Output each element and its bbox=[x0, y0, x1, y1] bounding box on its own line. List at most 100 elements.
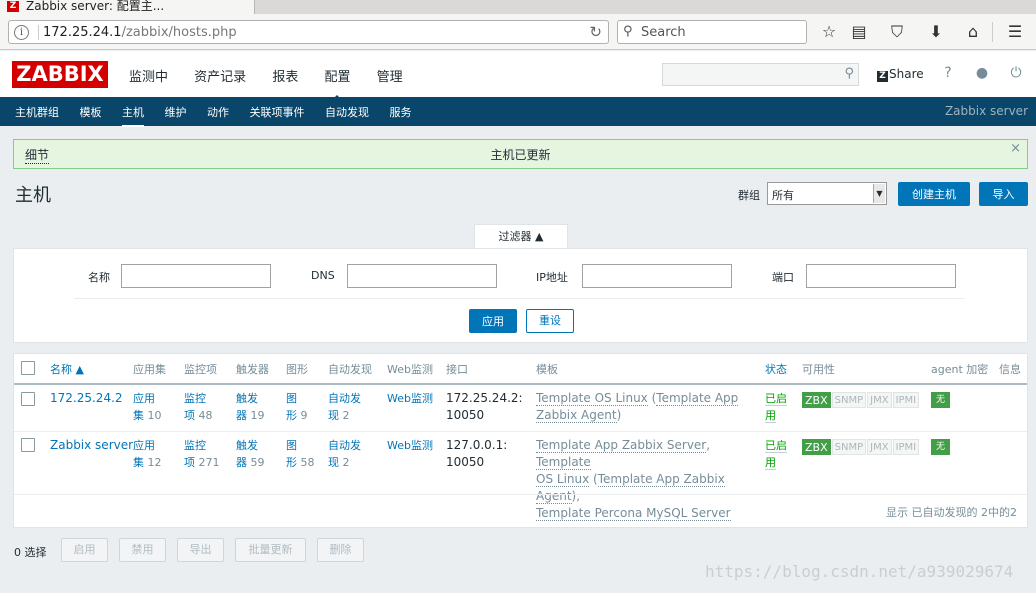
subnav-discovery[interactable]: 自动发现 bbox=[325, 104, 369, 125]
apps-label-2[interactable]: 集 bbox=[133, 456, 144, 469]
user-profile-icon[interactable]: ● bbox=[973, 65, 991, 81]
address-url[interactable]: 172.25.24.1/zabbix/hosts.php bbox=[43, 25, 237, 40]
disc-label-2[interactable]: 现 bbox=[328, 409, 339, 422]
subnav-host-groups[interactable]: 主机群组 bbox=[15, 104, 59, 125]
select-all-checkbox[interactable] bbox=[21, 361, 35, 375]
filter-reset-button[interactable]: 重设 bbox=[526, 309, 574, 333]
row-checkbox[interactable] bbox=[21, 438, 35, 452]
web-link[interactable]: Web监测 bbox=[387, 390, 433, 407]
group-select[interactable]: 所有 ▼ bbox=[767, 182, 887, 205]
pocket-icon[interactable]: ⛉ bbox=[886, 22, 908, 42]
applications-link[interactable]: 应用集 12 bbox=[133, 437, 162, 471]
import-button[interactable]: 导入 bbox=[979, 182, 1028, 206]
reading-list-icon[interactable]: ▤ bbox=[848, 22, 870, 42]
status-label-2[interactable]: 用 bbox=[765, 456, 776, 470]
header-status[interactable]: 状态 bbox=[765, 361, 787, 377]
subnav-maintenance[interactable]: 维护 bbox=[165, 104, 187, 125]
host-name[interactable]: 172.25.24.2 bbox=[50, 391, 123, 405]
triggers-label-2[interactable]: 器 bbox=[236, 409, 247, 422]
bookmark-star-icon[interactable]: ☆ bbox=[818, 22, 840, 42]
mass-update-button[interactable]: 批量更新 bbox=[235, 538, 306, 562]
disable-button[interactable]: 禁用 bbox=[119, 538, 166, 562]
menu-configuration[interactable]: 配置 bbox=[324, 70, 350, 85]
discovery-link[interactable]: 自动发现 2 bbox=[328, 437, 361, 471]
reload-icon[interactable]: ↻ bbox=[589, 23, 602, 41]
template-link[interactable]: Zabbix Agent bbox=[536, 408, 617, 423]
menu-inventory[interactable]: 资产记录 bbox=[194, 70, 246, 85]
share-link[interactable]: Z Share bbox=[877, 67, 924, 82]
items-label-2[interactable]: 项 bbox=[184, 409, 195, 422]
template-link[interactable]: Template App bbox=[656, 391, 739, 406]
items-link[interactable]: 监控项 271 bbox=[184, 437, 220, 471]
disc-label-1[interactable]: 自动发 bbox=[328, 392, 361, 405]
graphs-label-2[interactable]: 形 bbox=[286, 409, 297, 422]
graphs-label-1[interactable]: 图 bbox=[286, 392, 297, 405]
applications-link[interactable]: 应用集 10 bbox=[133, 390, 162, 424]
host-name-link[interactable]: Zabbix server bbox=[50, 437, 133, 454]
graphs-link[interactable]: 图形 58 bbox=[286, 437, 315, 471]
hamburger-menu-icon[interactable]: ☰ bbox=[1004, 22, 1026, 42]
status-link[interactable]: 已启用 bbox=[765, 437, 787, 471]
triggers-label-1[interactable]: 触发 bbox=[236, 439, 258, 452]
template-link[interactable]: OS Linux bbox=[536, 472, 590, 487]
browser-search-box[interactable]: ⚲ bbox=[617, 20, 807, 44]
filter-tab[interactable]: 过滤器 ▲ bbox=[474, 224, 568, 249]
row-checkbox[interactable] bbox=[21, 392, 35, 406]
enable-button[interactable]: 启用 bbox=[61, 538, 108, 562]
status-label-2[interactable]: 用 bbox=[765, 409, 776, 423]
host-name-link[interactable]: 172.25.24.2 bbox=[50, 390, 123, 407]
zabbix-search-input[interactable]: ⚲ bbox=[662, 63, 859, 86]
template-link[interactable]: Template App Zabbix Server bbox=[536, 438, 707, 453]
web-label[interactable]: Web监测 bbox=[387, 392, 433, 405]
status-label-1[interactable]: 已启 bbox=[765, 392, 787, 406]
browser-tab[interactable]: Z Zabbix server: 配置主... bbox=[0, 0, 255, 14]
export-button[interactable]: 导出 bbox=[177, 538, 224, 562]
triggers-link[interactable]: 触发器 59 bbox=[236, 437, 265, 471]
subnav-event-correlation[interactable]: 关联项事件 bbox=[250, 104, 305, 125]
download-icon[interactable]: ⬇ bbox=[925, 22, 947, 42]
menu-reports[interactable]: 报表 bbox=[272, 70, 298, 85]
filter-dns-input[interactable] bbox=[347, 264, 497, 288]
web-link[interactable]: Web监测 bbox=[387, 437, 433, 454]
search-icon[interactable]: ⚲ bbox=[844, 66, 854, 81]
status-link[interactable]: 已启用 bbox=[765, 390, 787, 424]
status-label-1[interactable]: 已启 bbox=[765, 439, 787, 453]
disc-label-1[interactable]: 自动发 bbox=[328, 439, 361, 452]
subnav-services[interactable]: 服务 bbox=[390, 104, 412, 125]
disc-label-2[interactable]: 现 bbox=[328, 456, 339, 469]
web-label[interactable]: Web监测 bbox=[387, 439, 433, 452]
filter-apply-button[interactable]: 应用 bbox=[469, 309, 517, 333]
close-icon[interactable]: × bbox=[1010, 141, 1021, 156]
help-icon[interactable]: ? bbox=[939, 65, 957, 81]
filter-ip-input[interactable] bbox=[582, 264, 732, 288]
header-name[interactable]: 名称 ▲ bbox=[50, 361, 84, 377]
template-link[interactable]: Template OS Linux bbox=[536, 391, 648, 406]
discovery-link[interactable]: 自动发现 2 bbox=[328, 390, 361, 424]
items-label-1[interactable]: 监控 bbox=[184, 439, 206, 452]
items-label-2[interactable]: 项 bbox=[184, 456, 195, 469]
zabbix-logo[interactable]: ZABBIX bbox=[12, 61, 108, 88]
triggers-label-2[interactable]: 器 bbox=[236, 456, 247, 469]
graphs-label-2[interactable]: 形 bbox=[286, 456, 297, 469]
subnav-actions[interactable]: 动作 bbox=[207, 104, 229, 125]
graphs-label-1[interactable]: 图 bbox=[286, 439, 297, 452]
home-icon[interactable]: ⌂ bbox=[962, 22, 984, 42]
host-name[interactable]: Zabbix server bbox=[50, 438, 133, 452]
delete-button[interactable]: 删除 bbox=[317, 538, 364, 562]
apps-label-1[interactable]: 应用 bbox=[133, 392, 155, 405]
items-label-1[interactable]: 监控 bbox=[184, 392, 206, 405]
items-link[interactable]: 监控项 48 bbox=[184, 390, 213, 424]
address-bar[interactable]: i 172.25.24.1/zabbix/hosts.php ↻ bbox=[8, 20, 609, 44]
template-link[interactable]: Template bbox=[536, 455, 591, 470]
apps-label-1[interactable]: 应用 bbox=[133, 439, 155, 452]
create-host-button[interactable]: 创建主机 bbox=[898, 182, 970, 206]
triggers-label-1[interactable]: 触发 bbox=[236, 392, 258, 405]
sign-out-icon[interactable]: ⏻ bbox=[1007, 65, 1025, 81]
subnav-hosts[interactable]: 主机 bbox=[122, 104, 144, 127]
browser-search-input[interactable] bbox=[641, 24, 801, 41]
menu-administration[interactable]: 管理 bbox=[377, 70, 403, 85]
filter-port-input[interactable] bbox=[806, 264, 956, 288]
apps-label-2[interactable]: 集 bbox=[133, 409, 144, 422]
subnav-templates[interactable]: 模板 bbox=[80, 104, 102, 125]
filter-name-input[interactable] bbox=[121, 264, 271, 288]
